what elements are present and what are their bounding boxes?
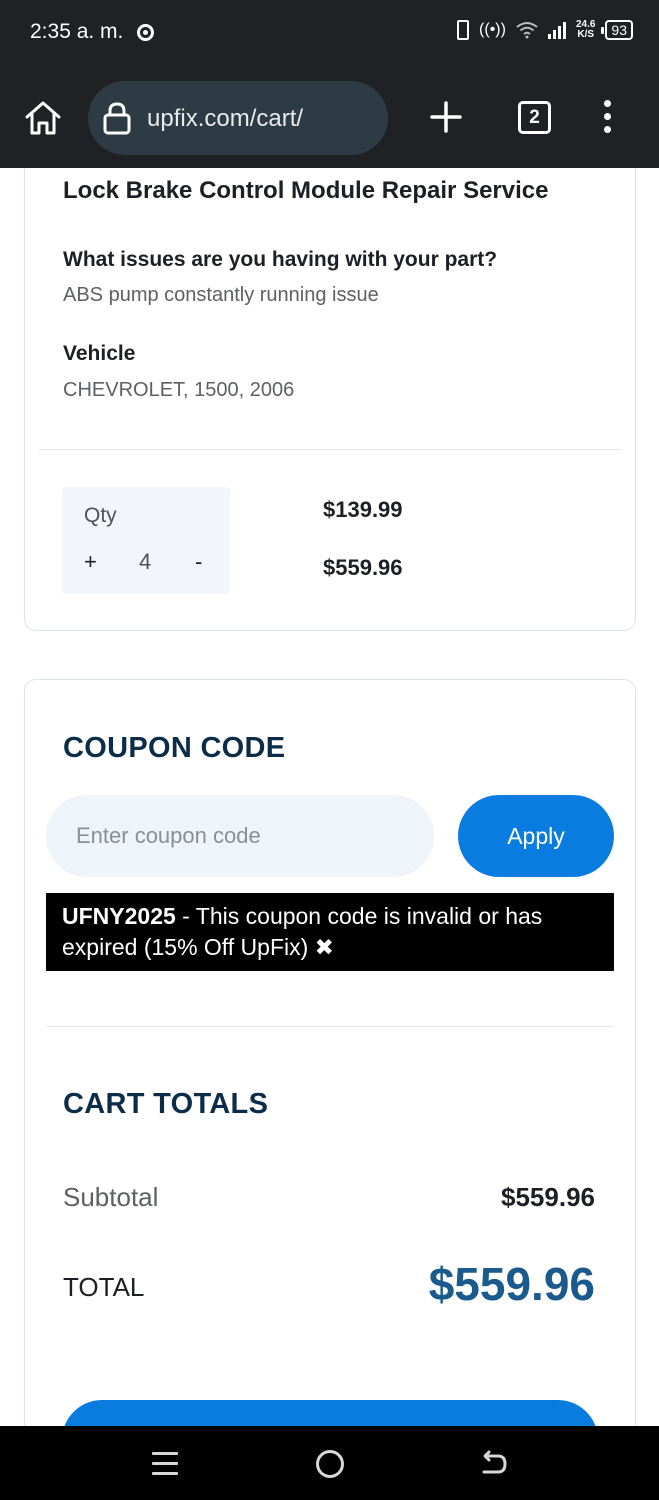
qty-increase-button[interactable]: + — [84, 549, 97, 575]
unit-price: $139.99 — [323, 497, 403, 522]
issue-value: ABS pump constantly running issue — [63, 284, 379, 306]
subtotal-value: $559.96 — [501, 1182, 595, 1212]
subtotal-label: Subtotal — [63, 1182, 159, 1212]
recent-apps-icon[interactable] — [152, 1452, 178, 1476]
coupon-totals-card: COUPON CODE Enter coupon code Apply UFNY… — [24, 679, 636, 1426]
qty-value[interactable]: 4 — [139, 549, 151, 575]
address-bar[interactable]: upfix.com/cart/ — [88, 81, 388, 155]
signal-icon — [547, 21, 566, 39]
divider — [46, 1026, 614, 1027]
status-bar: 2:35 a. m. ((•)) 24.6 K/S 93 — [0, 0, 659, 66]
coupon-input-placeholder[interactable]: Enter coupon code — [76, 823, 261, 849]
coupon-heading: COUPON CODE — [63, 732, 286, 764]
error-coupon-code: UFNY2025 — [62, 903, 176, 929]
browser-toolbar: upfix.com/cart/ 2 — [0, 66, 659, 168]
back-icon[interactable] — [480, 1450, 508, 1478]
coupon-error-notice: UFNY2025 - This coupon code is invalid o… — [46, 893, 614, 971]
lock-icon[interactable] — [102, 101, 132, 135]
vehicle-label: Vehicle — [63, 342, 136, 365]
qty-decrease-button[interactable]: - — [195, 549, 202, 575]
checkout-button[interactable] — [62, 1400, 598, 1426]
status-time: 2:35 a. m. — [30, 20, 124, 43]
system-nav-bar — [0, 1426, 659, 1500]
wifi-icon — [516, 22, 538, 39]
home-icon[interactable] — [24, 100, 62, 136]
total-value: $559.96 — [428, 1258, 595, 1310]
status-icons: ((•)) 24.6 K/S 93 — [457, 20, 633, 40]
product-title[interactable]: Lock Brake Control Module Repair Service — [63, 177, 548, 205]
total-label: TOTAL — [63, 1272, 145, 1302]
vibrate-icon — [457, 20, 470, 40]
cart-totals-heading: CART TOTALS — [63, 1088, 269, 1120]
hotspot-icon: ((•)) — [479, 21, 506, 38]
issue-label: What issues are you having with your par… — [63, 248, 498, 271]
apply-coupon-button[interactable]: Apply — [458, 795, 614, 877]
tab-switcher-button[interactable]: 2 — [518, 101, 551, 134]
qty-label: Qty — [84, 504, 117, 527]
chrome-notification-icon — [137, 24, 154, 41]
battery-icon: 93 — [601, 20, 633, 40]
vehicle-value: CHEVROLET, 1500, 2006 — [63, 379, 295, 401]
divider — [39, 449, 621, 450]
quantity-stepper: Qty + 4 - — [62, 487, 230, 594]
more-menu-icon[interactable] — [600, 100, 614, 136]
cart-item-card: Lock Brake Control Module Repair Service… — [24, 168, 636, 631]
network-speed: 24.6 K/S — [575, 19, 596, 40]
url-text[interactable]: upfix.com/cart/ — [147, 105, 303, 133]
new-tab-icon[interactable] — [429, 100, 463, 134]
page-content: Lock Brake Control Module Repair Service… — [0, 168, 659, 1426]
home-circle-icon[interactable] — [316, 1450, 344, 1478]
line-total: $559.96 — [323, 555, 403, 580]
